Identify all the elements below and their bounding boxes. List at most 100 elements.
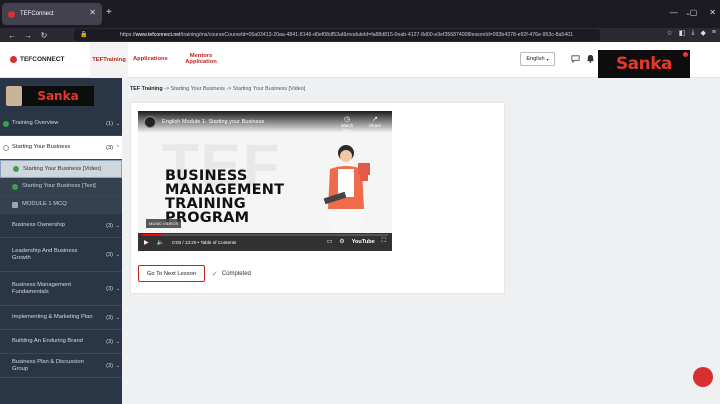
sidebar-item-label: Business Management Fundamentals [12, 281, 71, 295]
sidebar-lesson[interactable]: MODULE 1 MCQ [0, 196, 122, 214]
lesson-count: (3) [106, 338, 113, 345]
share-icon: ↗ [372, 116, 378, 123]
lesson-count: (3) [106, 144, 113, 151]
address-bar[interactable]: 🔒 https://www.tefconnect.net/training/ms… [74, 29, 600, 41]
presenter-illustration [323, 145, 370, 237]
video-title[interactable]: English Module 1- Starting your Business [162, 119, 264, 125]
status-dot-icon [13, 166, 19, 172]
downloads-icon[interactable]: ⤓ [691, 29, 694, 37]
heading-line: MANAGEMENT [165, 182, 285, 198]
lock-icon: 🔒 [80, 32, 88, 38]
sidebar-lesson[interactable]: Starting Your Business [Video] [0, 160, 122, 178]
sidebar-module[interactable]: Starting Your Business (3) ⌃ [0, 136, 122, 160]
sanka-watermark: Sanka [598, 50, 690, 78]
check-icon: ✓ [212, 271, 218, 278]
next-lesson-button[interactable]: Go To Next Lesson [138, 265, 205, 282]
lesson-count: (1) [106, 120, 113, 127]
nav-tef-training[interactable]: TEFTraining [90, 42, 128, 78]
watch-later-button[interactable]: ◷ Watch later [336, 115, 358, 133]
chevron-icon: ⌄ [115, 362, 120, 369]
module-list: Training Overview (1) ⌄ Starting Your Busin… [0, 112, 122, 378]
back-icon[interactable]: ← [6, 31, 18, 40]
sidebar-module[interactable]: Business Plan & Discussion Group (3) ⌄ [0, 354, 122, 378]
play-icon[interactable]: ▶ [144, 239, 149, 246]
chevron-icon: ⌄ [115, 338, 120, 345]
tefconnect-logo[interactable]: TEFCONNECT [10, 56, 64, 63]
sidebar-module[interactable]: Implementing & Marketing Plan (3) ⌄ [0, 306, 122, 330]
sidebar-module[interactable]: Business Ownership (3) ⌄ [0, 214, 122, 238]
chevron-icon: ⌃ [115, 144, 120, 151]
subtitles-icon[interactable]: ▭ [327, 238, 333, 245]
volume-icon[interactable]: 🔈 [157, 239, 164, 246]
sidebar-module[interactable]: Business Management Fundamentals (3) ⌄ [0, 272, 122, 306]
url-path: /training/ms/courseCourseId=06a03413-20a… [180, 32, 573, 38]
lesson-count: (3) [106, 222, 113, 229]
video-left-controls: ▶ 🔈 0:03 / 13:20 • Table of Contents [144, 239, 236, 246]
tab-strip: TEFConnect ✕ + ⌄ — ▢ ✕ [0, 0, 720, 28]
sidebar-item-label: Business Plan & Discussion Group [12, 358, 84, 372]
sidebar-brand-watermark: Sanka [22, 86, 94, 106]
video-time: 0:03 / 13:20 • Table of Contents [172, 240, 237, 245]
completed-status: ✓ Completed [212, 270, 251, 278]
close-icon[interactable]: ✕ [89, 8, 96, 17]
sidebar-module[interactable]: Building An Enduring Brand (3) ⌄ [0, 330, 122, 354]
window-controls: — ▢ ✕ [670, 8, 716, 17]
course-sidebar: Sanka Training Overview (1) ⌄ Starting Your… [0, 78, 122, 404]
menu-icon[interactable]: ≡ [712, 29, 716, 37]
logo-text: TEFCONNECT [20, 56, 65, 63]
nav-applications[interactable]: Applications [133, 56, 168, 62]
bookmark-star-icon[interactable]: ☆ [667, 29, 673, 37]
sidebar-module[interactable]: Training Overview (1) ⌄ [0, 112, 122, 136]
avatar [6, 86, 22, 106]
fullscreen-icon[interactable]: ⛶ [382, 238, 386, 245]
new-tab-button[interactable]: + [106, 8, 112, 18]
language-select[interactable]: English ▾ [520, 52, 555, 66]
sidebar-item-label: Training Overview [12, 120, 59, 126]
status-dot-icon [12, 183, 18, 190]
app-page: TEFCONNECT TEFTraining Applications Ment… [0, 42, 720, 404]
pocket-icon[interactable]: ◧ [679, 29, 686, 37]
favicon-icon [8, 10, 15, 18]
watch-later-label: Watch later [340, 123, 354, 133]
status-dot-icon [3, 120, 9, 127]
lesson-count: (3) [106, 362, 113, 369]
settings-gear-icon[interactable]: ⚙ [339, 238, 344, 245]
heading-line: BUSINESS [165, 168, 248, 184]
nav-mentors-application[interactable]: Mentors Application [184, 53, 218, 65]
sidebar-item-label: Starting Your Business [Text] [22, 183, 96, 189]
extensions-icon[interactable]: ◆ [701, 29, 706, 37]
app-header: TEFCONNECT TEFTraining Applications Ment… [0, 42, 720, 78]
forward-icon[interactable]: → [22, 31, 34, 40]
completed-label: Completed [221, 271, 251, 277]
chevron-icon: ⌄ [115, 222, 120, 229]
video-topbar: English Module 1- Starting your Business… [138, 111, 392, 133]
sidebar-lesson[interactable]: Starting Your Business [Text] [0, 178, 122, 196]
browser-tab[interactable]: TEFConnect ✕ [2, 3, 102, 25]
youtube-logo[interactable]: YouTube [352, 239, 375, 245]
video-controls: ▶ 🔈 0:03 / 13:20 • Table of Contents ▭ ⚙… [138, 233, 392, 251]
video-progress-bar[interactable] [142, 234, 388, 236]
close-window-icon[interactable]: ✕ [709, 8, 716, 17]
channel-logo-icon[interactable] [144, 116, 156, 128]
lesson-count: (3) [106, 251, 113, 258]
chat-icon[interactable] [571, 54, 580, 63]
sidebar-item-label: Leadership And Business Growth [12, 247, 78, 261]
lesson-card: TEF BUSINESS MANAGEMENT TRAINING PROGRAM [130, 102, 505, 294]
lesson-count: (3) [106, 285, 113, 292]
share-button[interactable]: ↗ Share [364, 115, 386, 128]
sidebar-module[interactable]: Leadership And Business Growth (3) ⌄ [0, 238, 122, 272]
breadcrumb-root[interactable]: TEF Training [130, 86, 163, 92]
video-right-controls: ▭ ⚙ YouTube ⛶ [327, 238, 386, 245]
sidebar-header: Sanka [0, 78, 122, 112]
maximize-icon[interactable]: ▢ [690, 8, 698, 17]
bell-icon[interactable] [586, 53, 595, 63]
status-dot-icon [3, 144, 9, 151]
music-videos-badge: MUSIC VIDEOS [146, 219, 182, 228]
reload-icon[interactable]: ↻ [38, 31, 50, 40]
sidebar-item-label: MODULE 1 MCQ [22, 201, 67, 207]
video-player[interactable]: TEF BUSINESS MANAGEMENT TRAINING PROGRAM [138, 111, 392, 251]
chevron-icon: ⌄ [115, 314, 120, 321]
chat-fab-button[interactable] [693, 367, 713, 387]
chevron-icon: ⌄ [115, 251, 120, 258]
minimize-icon[interactable]: — [670, 8, 678, 17]
